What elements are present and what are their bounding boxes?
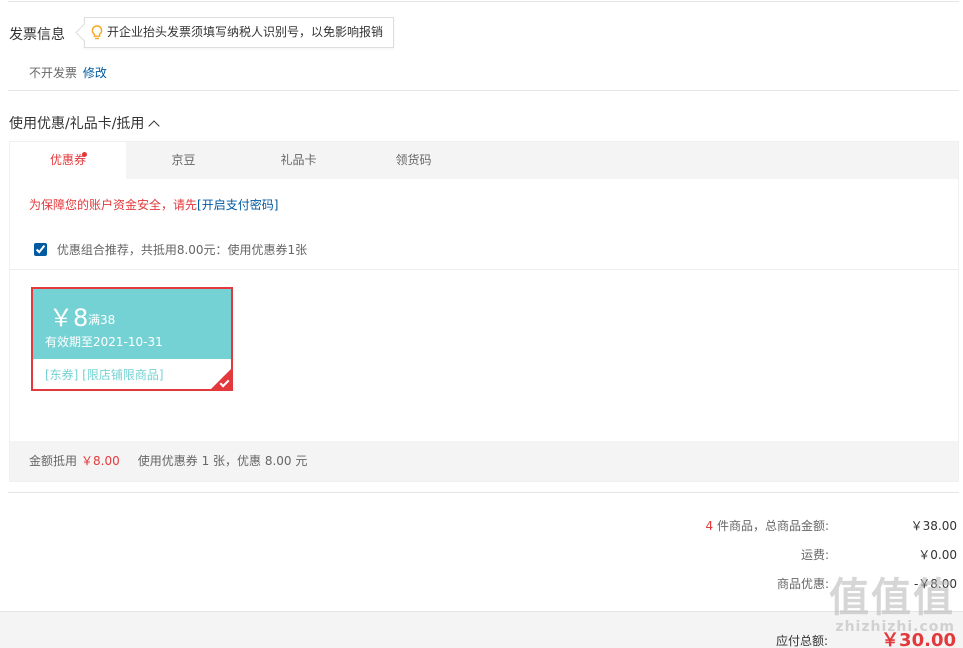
amount-summary-bar: 金额抵用 ￥8.00 使用优惠券 1 张，优惠 8.00 元 bbox=[10, 441, 958, 481]
lightbulb-icon bbox=[91, 25, 103, 40]
summary-items-row: 4 件商品，总商品金额: ￥38.00 bbox=[557, 517, 957, 535]
coupon-expire: 有效期至2021-10-31 bbox=[45, 335, 163, 349]
pay-total-label: 应付总额: bbox=[775, 634, 828, 648]
items-label: 4 件商品，总商品金额: bbox=[705, 517, 829, 534]
summary-shipping-row: 运费: ￥0.00 bbox=[557, 546, 957, 564]
invoice-tip-text: 开企业抬头发票须填写纳税人识别号，以免影响报销 bbox=[107, 25, 384, 39]
section-divider bbox=[8, 90, 959, 91]
tab-gift-card[interactable]: 礼品卡 bbox=[241, 142, 356, 179]
coupon-amount: ￥8 bbox=[49, 304, 89, 332]
tab-coupons[interactable]: 优惠券 bbox=[10, 142, 126, 179]
amount-value: ￥8.00 bbox=[81, 454, 120, 468]
combo-recommend-checkbox[interactable] bbox=[34, 243, 47, 256]
invoice-tip: 开企业抬头发票须填写纳税人识别号，以免影响报销 bbox=[84, 17, 395, 48]
discount-panel: 优惠券 京豆 礼品卡 领货码 为保障您的账户资金安全，请先[开启支付密码] 优惠… bbox=[9, 141, 959, 482]
watermark-url: zhizhizhi.com bbox=[835, 619, 955, 635]
top-divider bbox=[8, 1, 959, 2]
discount-section-toggle[interactable]: 使用优惠/礼品卡/抵用 bbox=[9, 113, 161, 133]
coupon-card[interactable]: ￥8 满38 有效期至2021-10-31 [东券] [限店铺限商品] bbox=[31, 287, 233, 391]
amount-detail: 使用优惠券 1 张，优惠 8.00 元 bbox=[137, 454, 308, 468]
coupon-min-spend: 满38 bbox=[88, 313, 116, 327]
watermark-logo: 值值值 bbox=[829, 575, 955, 621]
summary-divider bbox=[8, 492, 959, 493]
tab-coupons-label: 优惠券 bbox=[49, 153, 86, 167]
items-value: ￥38.00 bbox=[910, 519, 957, 533]
invoice-status-text: 不开发票 bbox=[29, 66, 78, 80]
total-bar: 应付总额: ￥30.00 bbox=[0, 611, 963, 648]
discount-section-title: 使用优惠/礼品卡/抵用 bbox=[9, 116, 145, 132]
shipping-value: ￥0.00 bbox=[918, 548, 957, 562]
shipping-label: 运费: bbox=[800, 548, 829, 562]
tab-jingdou-label: 京豆 bbox=[171, 153, 196, 167]
discount-label: 商品优惠: bbox=[776, 577, 829, 591]
panel-divider bbox=[10, 269, 958, 270]
tab-gift-card-label: 礼品卡 bbox=[280, 153, 317, 167]
invoice-modify-link[interactable]: 修改 bbox=[83, 66, 107, 80]
tab-pickup-code[interactable]: 领货码 bbox=[356, 142, 471, 179]
amount-label: 金额抵用 bbox=[29, 454, 78, 468]
items-label-text: 件商品，总商品金额: bbox=[716, 519, 829, 533]
item-count: 4 bbox=[705, 519, 714, 533]
combo-recommend: 优惠组合推荐，共抵用8.00元：使用优惠券1张 bbox=[34, 241, 307, 258]
combo-recommend-text: 优惠组合推荐，共抵用8.00元：使用优惠券1张 bbox=[56, 243, 308, 257]
enable-pay-password-link[interactable]: [开启支付密码] bbox=[197, 198, 278, 212]
invoice-section-title: 发票信息 bbox=[9, 27, 65, 43]
discount-tab-bar: 优惠券 京豆 礼品卡 领货码 bbox=[10, 142, 958, 179]
watermark: 值值值 zhizhizhi.com bbox=[829, 565, 955, 635]
coupon-tags: [东券] [限店铺限商品] bbox=[45, 368, 164, 382]
coupon-header: ￥8 满38 有效期至2021-10-31 bbox=[33, 289, 231, 359]
security-notice-text: 为保障您的账户资金安全，请先 bbox=[29, 198, 198, 212]
selected-corner bbox=[210, 368, 232, 390]
notification-dot bbox=[82, 152, 87, 157]
tab-jingdou[interactable]: 京豆 bbox=[126, 142, 241, 179]
tab-pickup-code-label: 领货码 bbox=[395, 153, 432, 167]
security-notice: 为保障您的账户资金安全，请先[开启支付密码] bbox=[29, 196, 278, 213]
invoice-status: 不开发票 修改 bbox=[29, 64, 107, 81]
chevron-up-icon bbox=[148, 120, 161, 132]
